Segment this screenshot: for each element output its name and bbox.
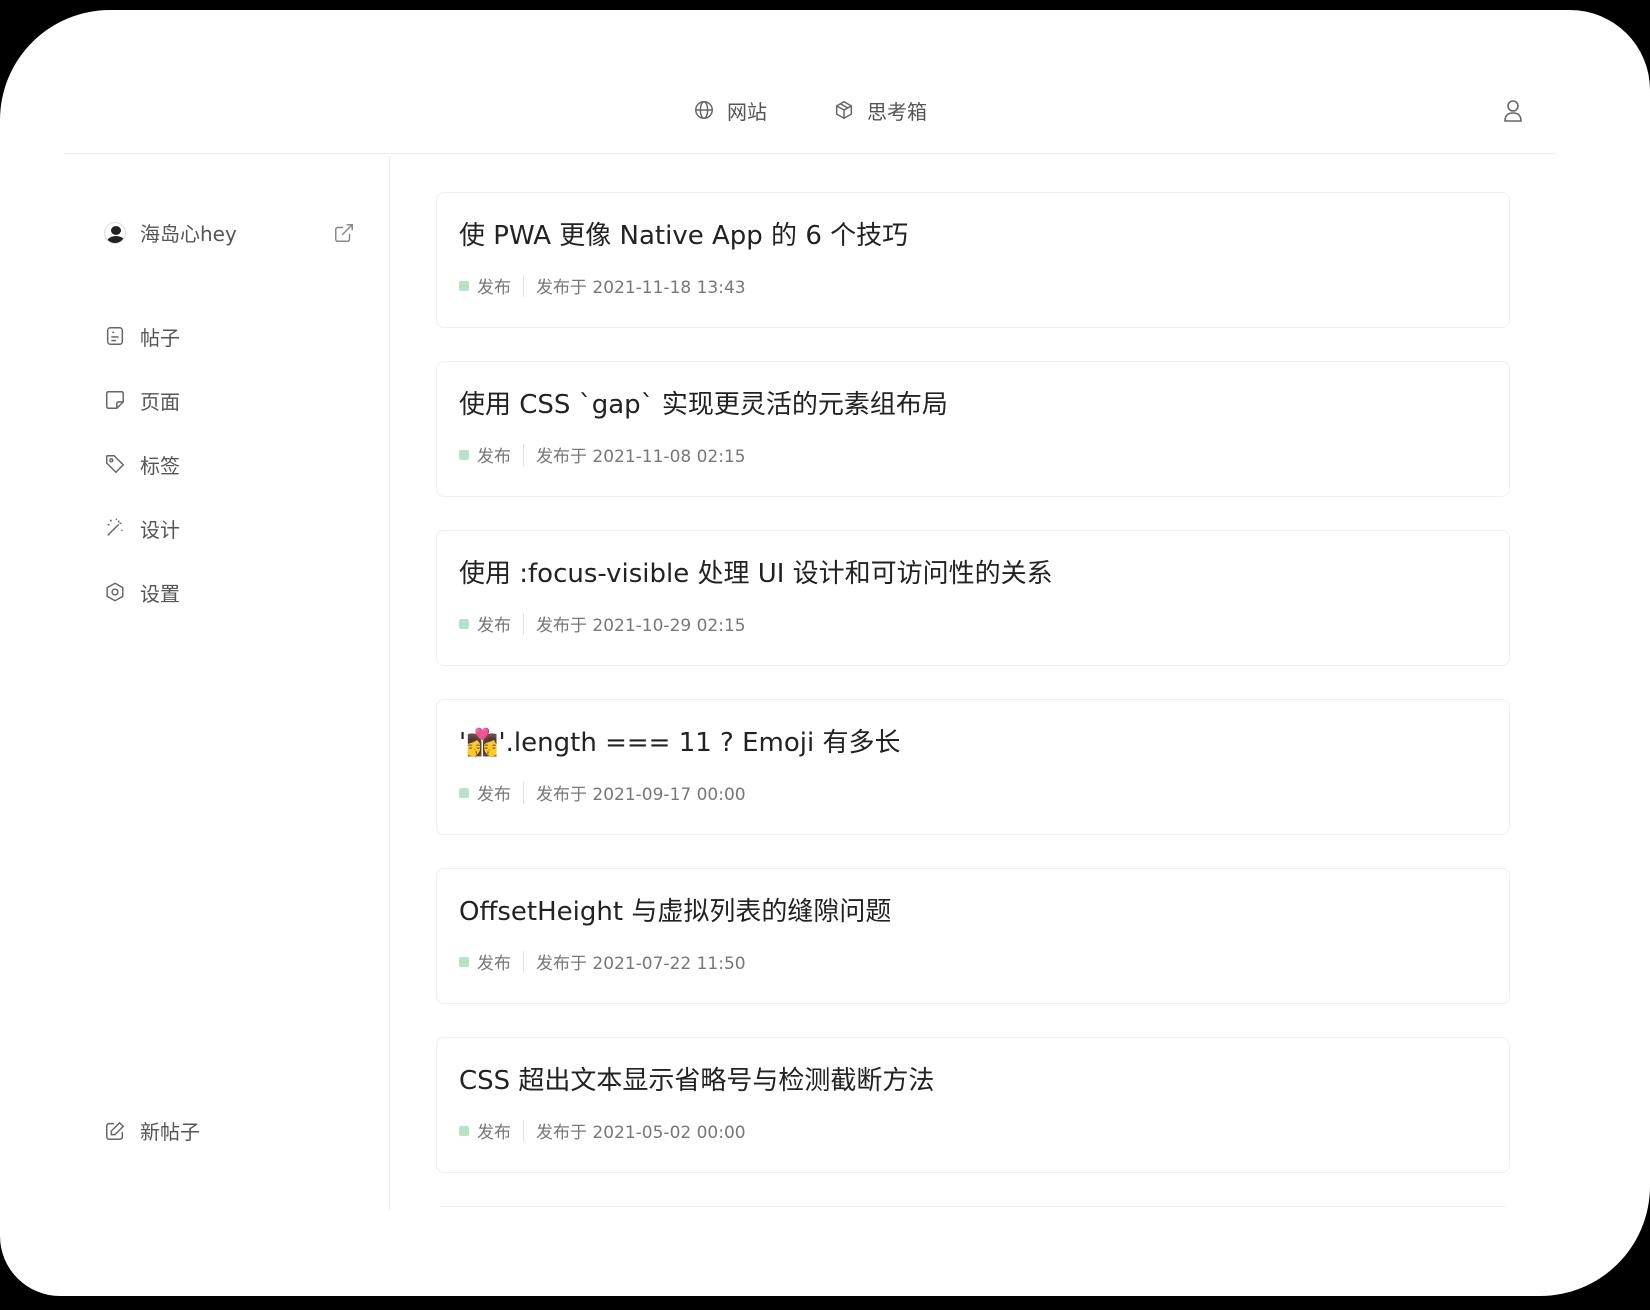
settings-icon bbox=[106, 582, 124, 602]
next-post-card-edge bbox=[440, 1206, 1506, 1210]
post-title[interactable]: CSS 超出文本显示省略号与检测截断方法 bbox=[459, 1064, 1487, 1098]
post-meta: 发布 发布于 2021-09-17 00:00 bbox=[459, 780, 1487, 805]
tag-icon bbox=[106, 455, 125, 474]
nav-thinkbox-label: 思考箱 bbox=[867, 99, 927, 124]
post-card[interactable]: 使用 :focus-visible 处理 UI 设计和可访问性的关系 发布 发布… bbox=[436, 530, 1510, 666]
edit-icon bbox=[106, 1121, 125, 1140]
post-meta: 发布 发布于 2021-07-22 11:50 bbox=[459, 949, 1487, 974]
nav-websites-label: 网站 bbox=[727, 99, 767, 124]
sidebar: 海岛心hey 帖子 页面 标签 设计 设置 新帖子 bbox=[64, 156, 390, 1210]
status-dot bbox=[459, 280, 469, 291]
post-meta: 发布 发布于 2021-05-02 00:00 bbox=[459, 1118, 1487, 1143]
status-badge: 发布 bbox=[477, 954, 511, 974]
status-dot bbox=[459, 449, 469, 460]
globe-icon bbox=[695, 101, 713, 119]
post-title[interactable]: '👩‍❤️‍💋‍👩'.length === 11 ? Emoji 有多长 bbox=[459, 726, 1487, 760]
sidebar-menu: 帖子 页面 标签 设计 设置 bbox=[104, 304, 180, 624]
post-meta: 发布 发布于 2021-11-18 13:43 bbox=[459, 273, 1487, 298]
sidebar-item-label: 标签 bbox=[140, 453, 180, 478]
post-date: 发布于 2021-11-18 13:43 bbox=[536, 278, 746, 298]
post-title[interactable]: 使 PWA 更像 Native App 的 6 个技巧 bbox=[459, 219, 1487, 253]
sidebar-item-posts[interactable]: 帖子 bbox=[104, 304, 180, 368]
sidebar-item-label: 页面 bbox=[140, 389, 180, 414]
post-meta: 发布 发布于 2021-11-08 02:15 bbox=[459, 442, 1487, 467]
profile-name: 海岛心hey bbox=[140, 222, 237, 246]
top-bar: 网站 思考箱 bbox=[64, 66, 1556, 154]
post-date: 发布于 2021-11-08 02:15 bbox=[536, 447, 746, 467]
new-post-label: 新帖子 bbox=[140, 1120, 200, 1144]
status-dot bbox=[459, 1125, 469, 1136]
post-title[interactable]: 使用 CSS `gap` 实现更灵活的元素组布局 bbox=[459, 388, 1487, 422]
status-badge: 发布 bbox=[477, 616, 511, 636]
avatar bbox=[104, 221, 126, 244]
post-card[interactable]: '👩‍❤️‍💋‍👩'.length === 11 ? Emoji 有多长 发布 … bbox=[436, 699, 1510, 835]
meta-divider bbox=[523, 443, 524, 466]
sidebar-item-tags[interactable]: 标签 bbox=[104, 432, 180, 496]
status-badge: 发布 bbox=[477, 785, 511, 805]
sidebar-item-label: 设计 bbox=[140, 517, 180, 542]
new-post-button[interactable]: 新帖子 bbox=[104, 1116, 200, 1145]
status-dot bbox=[459, 787, 469, 798]
sidebar-item-pages[interactable]: 页面 bbox=[104, 368, 180, 432]
status-badge: 发布 bbox=[477, 447, 511, 467]
user-icon[interactable] bbox=[1502, 99, 1524, 123]
top-nav: 网站 思考箱 bbox=[64, 66, 1556, 154]
post-icon bbox=[106, 327, 124, 345]
meta-divider bbox=[523, 1119, 524, 1142]
app-window: 网站 思考箱 海岛心hey 帖子 页面 标签 设计 设置 新帖子 使 PWA 更… bbox=[0, 10, 1650, 1296]
meta-divider bbox=[523, 612, 524, 635]
meta-divider bbox=[523, 274, 524, 297]
sidebar-item-settings[interactable]: 设置 bbox=[104, 560, 180, 624]
status-dot bbox=[459, 956, 469, 967]
nav-websites[interactable]: 网站 bbox=[693, 96, 767, 125]
post-title[interactable]: 使用 :focus-visible 处理 UI 设计和可访问性的关系 bbox=[459, 557, 1487, 591]
post-title[interactable]: OffsetHeight 与虚拟列表的缝隙问题 bbox=[459, 895, 1487, 929]
status-badge: 发布 bbox=[477, 278, 511, 298]
profile[interactable]: 海岛心hey bbox=[104, 218, 355, 247]
post-date: 发布于 2021-07-22 11:50 bbox=[536, 954, 746, 974]
post-card[interactable]: CSS 超出文本显示省略号与检测截断方法 发布 发布于 2021-05-02 0… bbox=[436, 1037, 1510, 1173]
status-dot bbox=[459, 618, 469, 629]
post-date: 发布于 2021-10-29 02:15 bbox=[536, 616, 746, 636]
post-card[interactable]: 使 PWA 更像 Native App 的 6 个技巧 发布 发布于 2021-… bbox=[436, 192, 1510, 328]
post-card[interactable]: 使用 CSS `gap` 实现更灵活的元素组布局 发布 发布于 2021-11-… bbox=[436, 361, 1510, 497]
sidebar-item-label: 帖子 bbox=[140, 325, 180, 350]
nav-thinkbox[interactable]: 思考箱 bbox=[833, 96, 927, 125]
sidebar-item-design[interactable]: 设计 bbox=[104, 496, 180, 560]
meta-divider bbox=[523, 781, 524, 804]
external-link-icon[interactable] bbox=[333, 222, 355, 244]
post-meta: 发布 发布于 2021-10-29 02:15 bbox=[459, 611, 1487, 636]
post-list: 使 PWA 更像 Native App 的 6 个技巧 发布 发布于 2021-… bbox=[436, 192, 1510, 1210]
post-card[interactable]: OffsetHeight 与虚拟列表的缝隙问题 发布 发布于 2021-07-2… bbox=[436, 868, 1510, 1004]
meta-divider bbox=[523, 950, 524, 973]
status-badge: 发布 bbox=[477, 1123, 511, 1143]
page-icon bbox=[106, 391, 124, 409]
box-icon bbox=[835, 100, 853, 120]
post-date: 发布于 2021-09-17 00:00 bbox=[536, 785, 746, 805]
magic-wand-icon bbox=[107, 518, 123, 536]
post-date: 发布于 2021-05-02 00:00 bbox=[536, 1123, 746, 1143]
sidebar-item-label: 设置 bbox=[140, 581, 180, 606]
